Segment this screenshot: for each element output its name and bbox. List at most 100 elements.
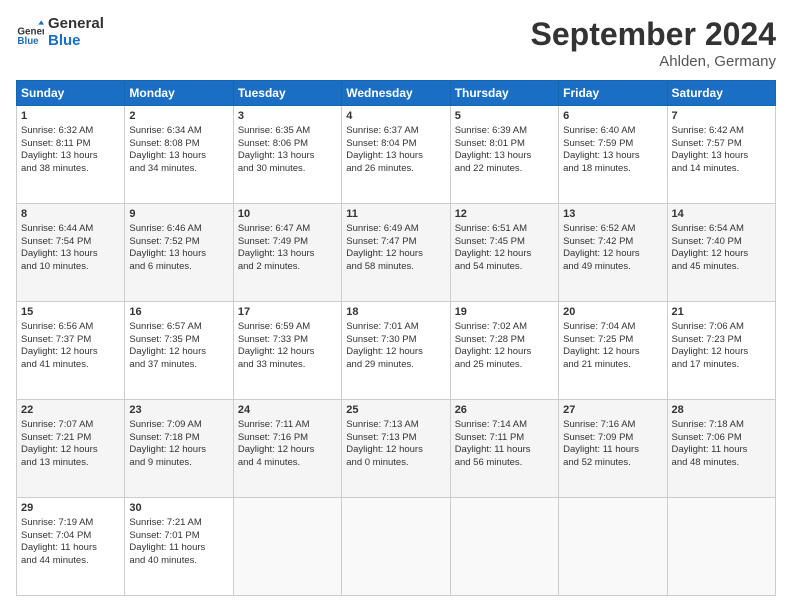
calendar-cell: 14Sunrise: 6:54 AMSunset: 7:40 PMDayligh…	[667, 204, 775, 302]
weekday-header-thursday: Thursday	[450, 81, 558, 106]
day-info-line: Sunrise: 7:14 AM	[455, 419, 554, 432]
day-number: 6	[563, 109, 662, 124]
calendar-cell: 18Sunrise: 7:01 AMSunset: 7:30 PMDayligh…	[342, 302, 450, 400]
day-info-line: and 2 minutes.	[238, 261, 337, 274]
day-number: 26	[455, 403, 554, 418]
day-info-line: Daylight: 13 hours	[129, 248, 228, 261]
calendar-cell: 12Sunrise: 6:51 AMSunset: 7:45 PMDayligh…	[450, 204, 558, 302]
day-info-line: Daylight: 12 hours	[21, 346, 120, 359]
logo-icon: General Blue	[16, 19, 44, 47]
calendar-cell	[667, 498, 775, 596]
calendar-cell: 15Sunrise: 6:56 AMSunset: 7:37 PMDayligh…	[17, 302, 125, 400]
day-number: 30	[129, 501, 228, 516]
title-block: September 2024 Ahlden, Germany	[531, 16, 776, 70]
day-info-line: Sunrise: 7:18 AM	[672, 419, 771, 432]
calendar-cell: 13Sunrise: 6:52 AMSunset: 7:42 PMDayligh…	[559, 204, 667, 302]
calendar-cell: 5Sunrise: 6:39 AMSunset: 8:01 PMDaylight…	[450, 106, 558, 204]
calendar-cell: 10Sunrise: 6:47 AMSunset: 7:49 PMDayligh…	[233, 204, 341, 302]
day-number: 10	[238, 207, 337, 222]
day-info-line: Sunrise: 7:07 AM	[21, 419, 120, 432]
day-info-line: and 45 minutes.	[672, 261, 771, 274]
day-info-line: Daylight: 13 hours	[238, 248, 337, 261]
day-info-line: Sunrise: 6:32 AM	[21, 125, 120, 138]
day-number: 25	[346, 403, 445, 418]
day-info-line: Sunrise: 6:37 AM	[346, 125, 445, 138]
day-info-line: and 25 minutes.	[455, 359, 554, 372]
day-info-line: Sunrise: 7:04 AM	[563, 321, 662, 334]
day-info-line: Sunset: 7:35 PM	[129, 334, 228, 347]
day-info-line: and 9 minutes.	[129, 457, 228, 470]
day-info-line: Sunset: 7:28 PM	[455, 334, 554, 347]
day-info-line: Sunset: 7:47 PM	[346, 236, 445, 249]
calendar-cell: 26Sunrise: 7:14 AMSunset: 7:11 PMDayligh…	[450, 400, 558, 498]
calendar-cell: 27Sunrise: 7:16 AMSunset: 7:09 PMDayligh…	[559, 400, 667, 498]
day-number: 22	[21, 403, 120, 418]
day-info-line: Sunset: 7:01 PM	[129, 530, 228, 543]
calendar-week-row: 29Sunrise: 7:19 AMSunset: 7:04 PM Dayligh…	[17, 498, 776, 596]
day-info-line: Sunset: 8:04 PM	[346, 138, 445, 151]
day-info-line: Daylight: 11 hours	[563, 444, 662, 457]
day-info-line: Sunset: 7:49 PM	[238, 236, 337, 249]
day-info-line: Sunrise: 6:40 AM	[563, 125, 662, 138]
day-info-line: Daylight: 11 hours	[129, 542, 228, 555]
day-info-line: Daylight: 12 hours	[346, 444, 445, 457]
day-info-line: Sunrise: 6:52 AM	[563, 223, 662, 236]
day-info-line: Daylight: 12 hours	[346, 346, 445, 359]
day-info-line: Sunset: 7:16 PM	[238, 432, 337, 445]
day-info-line: Sunset: 8:06 PM	[238, 138, 337, 151]
day-info-line: Sunrise: 6:42 AM	[672, 125, 771, 138]
calendar-cell	[450, 498, 558, 596]
day-info-line: Sunrise: 6:44 AM	[21, 223, 120, 236]
day-info-line: Sunset: 7:37 PM	[21, 334, 120, 347]
day-info-line: Sunset: 7:30 PM	[346, 334, 445, 347]
day-info-line: Sunrise: 6:57 AM	[129, 321, 228, 334]
svg-text:Blue: Blue	[17, 36, 39, 47]
day-info-line: Sunrise: 7:19 AM	[21, 517, 120, 530]
day-number: 15	[21, 305, 120, 320]
day-info-line: Daylight: 13 hours	[21, 150, 120, 163]
day-number: 27	[563, 403, 662, 418]
weekday-header-sunday: Sunday	[17, 81, 125, 106]
day-info-line: Sunrise: 7:13 AM	[346, 419, 445, 432]
day-info-line: and 14 minutes.	[672, 163, 771, 176]
calendar-cell: 4Sunrise: 6:37 AMSunset: 8:04 PMDaylight…	[342, 106, 450, 204]
day-info-line: and 38 minutes.	[21, 163, 120, 176]
day-info-line: Sunset: 7:40 PM	[672, 236, 771, 249]
day-info-line: Sunrise: 7:16 AM	[563, 419, 662, 432]
day-number: 14	[672, 207, 771, 222]
calendar-header-row: SundayMondayTuesdayWednesdayThursdayFrid…	[17, 81, 776, 106]
day-info-line: Sunset: 7:13 PM	[346, 432, 445, 445]
weekday-header-monday: Monday	[125, 81, 233, 106]
day-info-line: Sunrise: 6:46 AM	[129, 223, 228, 236]
calendar-cell: 2Sunrise: 6:34 AMSunset: 8:08 PMDaylight…	[125, 106, 233, 204]
day-info-line: Sunrise: 6:51 AM	[455, 223, 554, 236]
page-header: General Blue General Blue September 2024…	[16, 16, 776, 70]
day-info-line: Sunset: 7:04 PM	[21, 530, 120, 543]
calendar-week-row: 22Sunrise: 7:07 AMSunset: 7:21 PMDayligh…	[17, 400, 776, 498]
day-info-line: Sunset: 7:33 PM	[238, 334, 337, 347]
day-number: 2	[129, 109, 228, 124]
day-info-line: Sunset: 7:09 PM	[563, 432, 662, 445]
day-info-line: Sunset: 8:01 PM	[455, 138, 554, 151]
weekday-header-wednesday: Wednesday	[342, 81, 450, 106]
day-info-line: Daylight: 13 hours	[129, 150, 228, 163]
day-number: 8	[21, 207, 120, 222]
day-info-line: Daylight: 12 hours	[129, 346, 228, 359]
day-info-line: Sunset: 8:08 PM	[129, 138, 228, 151]
day-info-line: Sunrise: 7:09 AM	[129, 419, 228, 432]
day-info-line: and 17 minutes.	[672, 359, 771, 372]
day-number: 5	[455, 109, 554, 124]
calendar-week-row: 8Sunrise: 6:44 AMSunset: 7:54 PMDaylight…	[17, 204, 776, 302]
day-info-line: and 21 minutes.	[563, 359, 662, 372]
day-info-line: and 48 minutes.	[672, 457, 771, 470]
weekday-header-tuesday: Tuesday	[233, 81, 341, 106]
day-info-line: Sunrise: 6:54 AM	[672, 223, 771, 236]
day-info-line: Sunrise: 6:34 AM	[129, 125, 228, 138]
day-info-line: Sunrise: 6:35 AM	[238, 125, 337, 138]
day-info-line: Daylight: 12 hours	[238, 346, 337, 359]
day-number: 29	[21, 501, 120, 516]
location-title: Ahlden, Germany	[531, 53, 776, 70]
weekday-header-saturday: Saturday	[667, 81, 775, 106]
day-info-line: Sunset: 7:59 PM	[563, 138, 662, 151]
day-number: 23	[129, 403, 228, 418]
